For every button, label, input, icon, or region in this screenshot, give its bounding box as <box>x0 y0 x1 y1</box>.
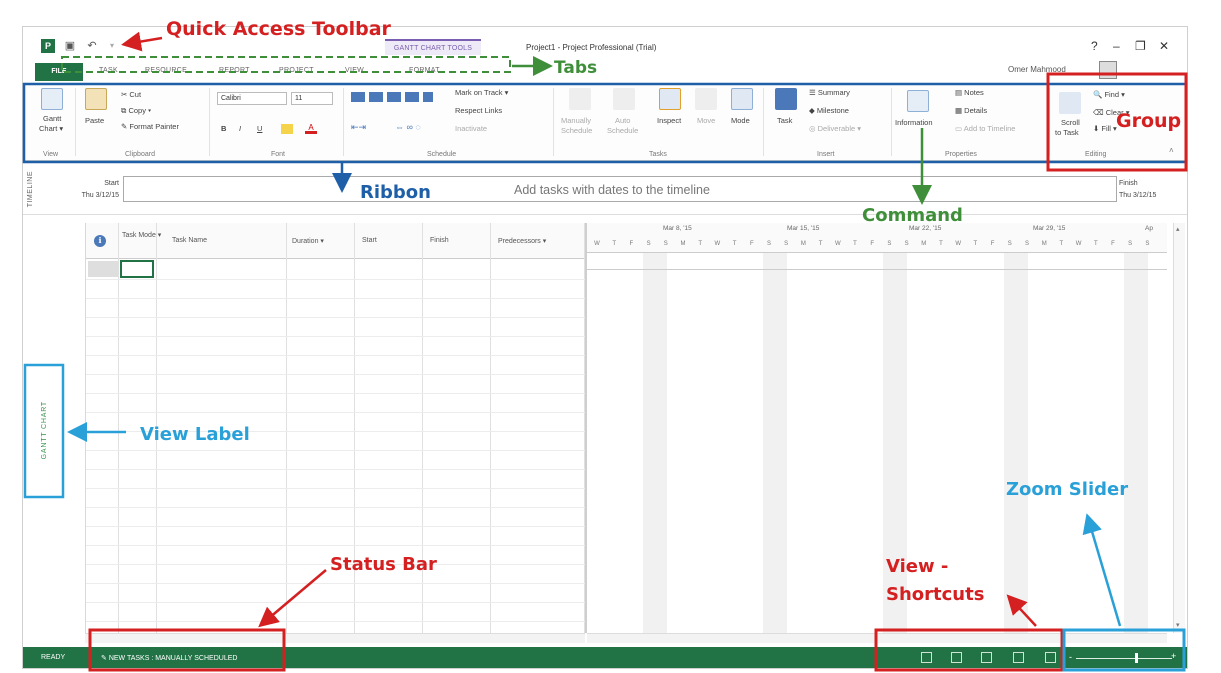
annotation-command: Command <box>862 205 963 226</box>
annotation-status-bar: Status Bar <box>330 554 437 575</box>
annotation-group: Group <box>1116 110 1182 132</box>
annotation-arrows <box>22 31 1188 672</box>
status-bar-arrow <box>258 569 327 628</box>
annotation-ribbon: Ribbon <box>360 182 431 203</box>
qat-arrow <box>121 31 163 52</box>
view-label-box <box>23 363 65 499</box>
zoom-slider-box <box>1062 628 1186 672</box>
annotation-zoom-slider: Zoom Slider <box>1006 479 1129 500</box>
annotation-tabs: Tabs <box>554 58 598 78</box>
zoom-slider-arrow <box>1082 513 1122 627</box>
annotation-quick-access-toolbar: Quick Access Toolbar <box>166 18 391 40</box>
view-shortcuts-box <box>874 628 1064 672</box>
annotation-view-shortcuts-line1: View - <box>886 556 949 577</box>
annotation-view-shortcuts-line2: Shortcuts <box>886 584 985 605</box>
tabs-dashed-box <box>61 56 511 73</box>
view-shortcuts-arrow <box>1006 594 1037 627</box>
status-bar-box <box>88 628 286 672</box>
annotation-view-label: View Label <box>140 424 250 445</box>
ribbon-box <box>22 82 1188 164</box>
